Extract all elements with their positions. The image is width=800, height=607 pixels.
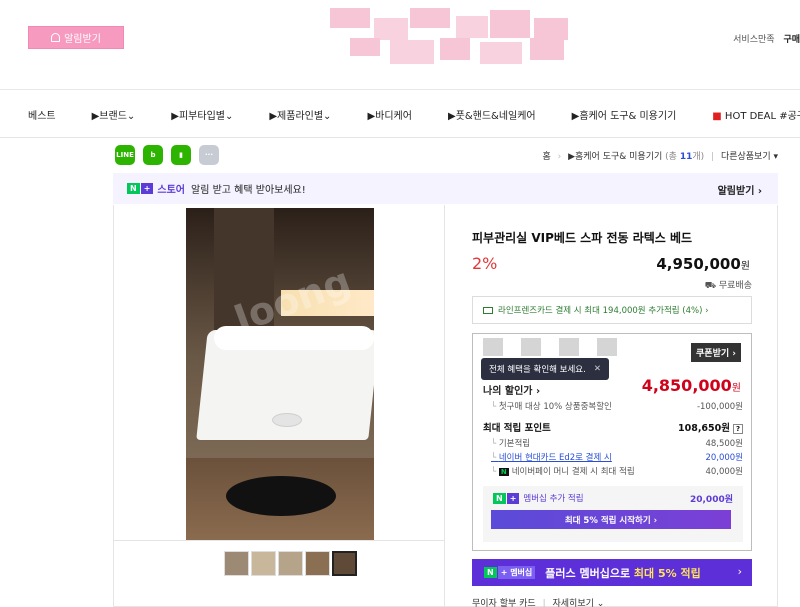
line-icon[interactable]: LINE xyxy=(115,145,135,165)
thumbnail-selected[interactable] xyxy=(332,551,357,576)
basic-points: 기본적립48,500원 xyxy=(491,437,743,449)
alarm-button[interactable]: 알림받기 xyxy=(28,26,124,49)
info-panel: 피부관리실 VIP베드 스파 전동 라텍스 베드 2% 4,950,000원 ⛟… xyxy=(471,205,756,607)
first-purchase-discount: 첫구매 대상 10% 상품중복할인-100,000원 xyxy=(491,400,743,412)
nav-hot-deal[interactable]: ■ HOT DEAL #공구 xyxy=(712,107,800,122)
product-price: 4,950,000원 xyxy=(656,255,750,273)
interest-free-card: 무이자 할부 카드 xyxy=(472,599,536,607)
more-icon[interactable]: ··· xyxy=(199,145,219,165)
store-label: 스토어 xyxy=(157,185,186,196)
thumbnail[interactable] xyxy=(278,551,303,576)
nav-product-line[interactable]: ▶제품라인별⌄ xyxy=(269,107,331,122)
nav-home-care-tools[interactable]: ▶홈케어 도구& 미용기기 xyxy=(572,107,677,122)
alarm-button-label: 알림받기 xyxy=(64,34,101,45)
product-section: Joong 피부관리실 VIP베드 스파 전동 라텍스 베드 2% 4,950,… xyxy=(113,205,778,607)
naver-n-badge: N xyxy=(127,183,140,194)
other-products-link[interactable]: 다른상품보기 ▾ xyxy=(721,152,778,162)
installment-links: 무이자 할부 카드 | 자세히보기 ⌄ xyxy=(472,599,605,607)
npay-points: N네이버페이 머니 결제 시 최대 적립40,000원 xyxy=(491,465,743,477)
my-price-label[interactable]: 나의 할인가 › xyxy=(483,382,540,397)
thumbnail[interactable] xyxy=(251,551,276,576)
max-points: 최대 적립 포인트 108,650원? xyxy=(483,420,743,434)
card-points: 네이버 현대카드 Ed2로 결제 시20,000원 xyxy=(491,451,743,463)
help-icon[interactable]: ? xyxy=(733,424,743,434)
thumbnail[interactable] xyxy=(305,551,330,576)
membership-amount: 20,000원 xyxy=(689,495,733,505)
plus-banner-text: 플러스 멤버십으로 최대 5% 적립 xyxy=(545,566,701,580)
product-main-image[interactable]: Joong xyxy=(186,208,374,540)
breadcrumb-current[interactable]: ▶홈케어 도구& 미용기기 xyxy=(568,152,662,162)
share-row: LINE b ▮ ··· xyxy=(115,145,219,165)
store-alarm-message: 알림 받고 혜택 받아보세요! xyxy=(191,185,306,196)
chevron-right-icon: › xyxy=(737,565,742,578)
benefit-tooltip: 전체 혜택을 확인해 보세요. ✕ xyxy=(481,358,609,380)
image-panel: Joong xyxy=(114,205,445,607)
product-count: (총 11개) xyxy=(665,152,705,162)
service-link[interactable]: 서비스만족 xyxy=(733,35,774,45)
top-header: 알림받기 서비스만족 구매 xyxy=(0,0,800,90)
plus-membership-banner[interactable]: N + 멤버십 플러스 멤버십으로 최대 5% 적립 › xyxy=(472,559,752,586)
thumbnail[interactable] xyxy=(224,551,249,576)
my-discount-price: 4,850,000원 xyxy=(641,376,741,395)
membership-label: N + 멤버십 추가 적립 xyxy=(493,492,584,504)
membership-box: N + 멤버십 추가 적립 20,000원 최대 5% 적립 시작하기 › xyxy=(483,486,743,542)
blurred-badges xyxy=(483,338,617,356)
credit-card-icon xyxy=(483,306,493,314)
shipping-info: ⛟ 무료배송 xyxy=(704,281,752,291)
membership-start-button[interactable]: 최대 5% 적립 시작하기 › xyxy=(491,510,731,529)
product-title: 피부관리실 VIP베드 스파 전동 라텍스 베드 xyxy=(472,231,693,245)
purchase-link[interactable]: 구매 xyxy=(783,35,800,45)
breadcrumb-home[interactable]: 홈 xyxy=(542,152,550,162)
bell-icon xyxy=(51,33,61,42)
close-icon[interactable]: ✕ xyxy=(594,364,601,374)
store-logo[interactable] xyxy=(330,8,570,66)
alarm-link[interactable]: 알림받기 › xyxy=(718,182,762,197)
details-link[interactable]: 자세히보기 ⌄ xyxy=(552,599,604,607)
breadcrumb: 홈 › ▶홈케어 도구& 미용기기 (총 11개) | 다른상품보기 ▾ xyxy=(542,152,778,162)
discount-rate: 2% xyxy=(472,254,498,273)
band-icon[interactable]: b xyxy=(143,145,163,165)
truck-icon: ⛟ xyxy=(704,281,719,291)
nav-foot-hand-nail[interactable]: ▶풋&핸드&네일케어 xyxy=(448,107,536,122)
nav-brand[interactable]: ▶브랜드⌄ xyxy=(92,107,136,122)
store-alarm-banner: N + 스토어 알림 받고 혜택 받아보세요! 알림받기 › xyxy=(113,173,778,204)
thumbnail[interactable] xyxy=(197,551,222,576)
plus-badge: + xyxy=(140,183,154,194)
nav-skin-type[interactable]: ▶피부타입별⌄ xyxy=(171,107,233,122)
nav-body-care[interactable]: ▶바디케어 xyxy=(367,107,412,122)
category-nav: 베스트 ▶브랜드⌄ ▶피부타입별⌄ ▶제품라인별⌄ ▶바디케어 ▶풋&핸드&네일… xyxy=(0,91,800,138)
util-links: 서비스만족 구매 xyxy=(733,32,800,45)
benefit-box: 쿠폰받기 › 전체 혜택을 확인해 보세요. ✕ 나의 할인가 › 4,850,… xyxy=(472,333,752,551)
bookmark-icon[interactable]: ▮ xyxy=(171,145,191,165)
truck-icon: ■ xyxy=(712,110,725,122)
nav-best[interactable]: 베스트 xyxy=(28,107,56,122)
npay-icon: N xyxy=(498,468,509,476)
coupon-button[interactable]: 쿠폰받기 › xyxy=(691,343,741,362)
card-offer[interactable]: 라인프렌즈카드 결제 시 최대 194,000원 추가적립 (4%) › xyxy=(472,296,752,324)
nav-hot-deal-label: HOT DEAL #공구 xyxy=(724,110,800,122)
thumbnail-strip xyxy=(197,551,357,576)
